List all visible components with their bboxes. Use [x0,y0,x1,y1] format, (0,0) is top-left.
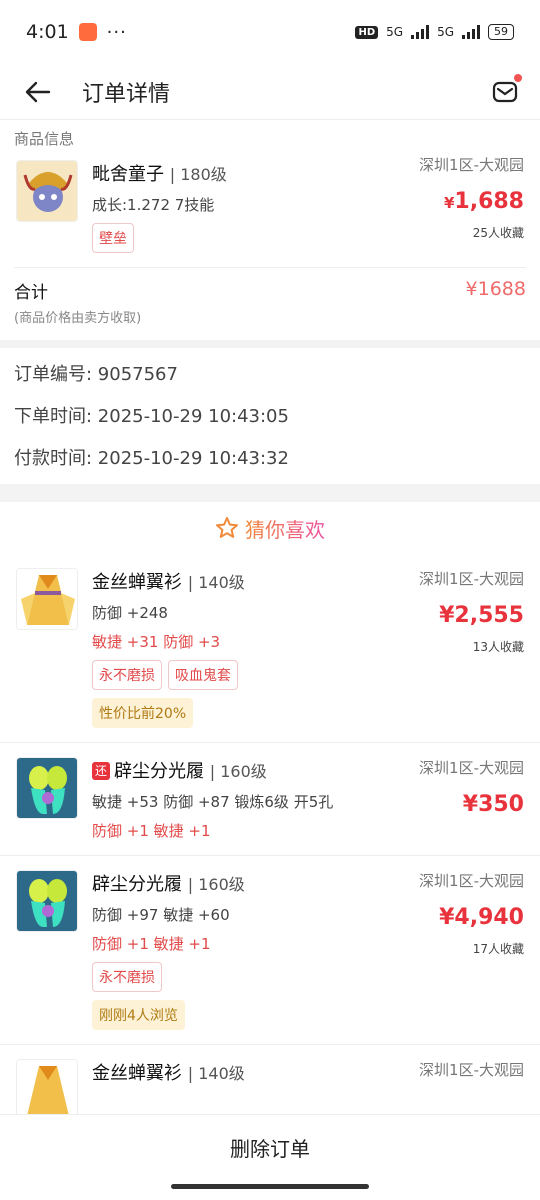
back-arrow-icon[interactable] [24,78,52,106]
section-gap [0,340,540,348]
item-tag: 吸血鬼套 [168,660,238,690]
item-thumbnail [16,568,78,630]
item-thumbnail [16,1059,78,1121]
bottom-bar: 删除订单 [0,1114,540,1200]
product-level: | 180级 [169,165,227,184]
item-level: | 140级 [187,573,245,592]
price-symbol: ¥ [443,194,455,212]
signal-icon-2 [462,25,480,39]
item-price-value: 4,940 [454,905,524,930]
total-label: 合计 [14,283,48,303]
item-price: ¥4,940 [439,905,524,930]
page-title: 订单详情 [82,81,171,107]
price-value: 1,688 [454,189,524,214]
item-location: 深圳1区-大观园 [419,570,524,588]
app-notification-icon [78,23,97,41]
item-name: 金丝蝉翼衫 [92,572,182,593]
item-price-value: 350 [478,792,524,817]
total-value: ¥1688 [465,278,526,300]
list-item[interactable]: 金丝蝉翼衫 | 140级 防御 +248 敏捷 +31 防御 +3 永不磨损 吸血… [0,554,540,743]
product-name: 毗舍童子 [92,164,164,185]
product-favorites: 25人收藏 [472,226,524,240]
item-name: 辟尘分光履 [114,761,204,782]
item-location: 深圳1区-大观园 [419,872,524,890]
signal-icon [411,25,430,39]
order-created-time: 下单时间: 2025-10-29 10:43:05 [14,406,289,427]
item-thumbnail [16,757,78,819]
list-item[interactable]: 辟尘分光履 | 160级 防御 +97 敏捷 +60 防御 +1 敏捷 +1 永… [0,856,540,1045]
product-thumbnail [16,160,78,222]
message-icon[interactable] [492,74,522,106]
item-level: | 140级 [187,1064,245,1083]
order-paid-time: 付款时间: 2025-10-29 10:43:32 [14,448,289,469]
item-level: | 160级 [187,875,245,894]
ordered-product[interactable]: 毗舍童子 | 180级 成长:1.272 7技能 壁垒 深圳1区-大观园 ¥1,… [0,150,540,267]
item-favorites: 17人收藏 [472,942,524,956]
item-highlight-tag: 性价比前20% [92,698,194,728]
guess-title: 猜你喜欢 [245,514,325,543]
status-time: 4:01 [26,21,69,43]
order-info: 订单编号: 9057567 下单时间: 2025-10-29 10:43:05 … [0,348,540,484]
total-row: 合计 (商品价格由卖方收取) ¥1688 [0,268,540,340]
item-favorites: 13人收藏 [472,640,524,654]
status-bar: 4:01 ··· HD 5G 5G 59 [0,0,540,64]
delete-order-button[interactable]: 删除订单 [230,1133,310,1162]
section-gap-2 [0,484,540,502]
home-indicator[interactable] [171,1184,369,1189]
unread-dot [514,74,522,82]
product-price: ¥1,688 [419,189,524,214]
item-thumbnail [16,870,78,932]
product-location: 深圳1区-大观园 [419,156,524,174]
return-badge: 还 [92,762,110,780]
item-name: 辟尘分光履 [92,874,182,895]
hd-icon: HD [355,25,379,39]
item-location: 深圳1区-大观园 [419,1061,524,1079]
item-level: | 160级 [209,762,267,781]
section-label-goods: 商品信息 [14,130,75,148]
order-number: 订单编号: 9057567 [14,364,178,385]
star-icon [216,517,238,538]
item-location: 深圳1区-大观园 [419,759,524,777]
page-header: 订单详情 [0,64,540,120]
network-5g-label-2: 5G [437,25,454,39]
item-price-value: 2,555 [454,603,524,628]
list-item[interactable]: 还辟尘分光履 | 160级 敏捷 +53 防御 +87 锻炼6级 开5孔 防御 … [0,743,540,856]
battery-icon: 59 [488,24,514,40]
item-tag: 永不磨损 [92,660,162,690]
guess-you-like-header: 猜你喜欢 [0,502,540,554]
item-highlight-tag: 刚刚4人浏览 [92,1000,185,1030]
product-tag: 壁垒 [92,223,134,253]
item-bonus: 防御 +1 敏捷 +1 [92,822,211,840]
item-name: 金丝蝉翼衫 [92,1063,182,1084]
item-price: ¥350 [462,792,524,817]
network-5g-label: 5G [386,25,404,39]
more-dots-icon: ··· [106,21,127,43]
total-note: (商品价格由卖方收取) [14,311,142,326]
item-price: ¥2,555 [439,603,524,628]
item-tag: 永不磨损 [92,962,162,992]
